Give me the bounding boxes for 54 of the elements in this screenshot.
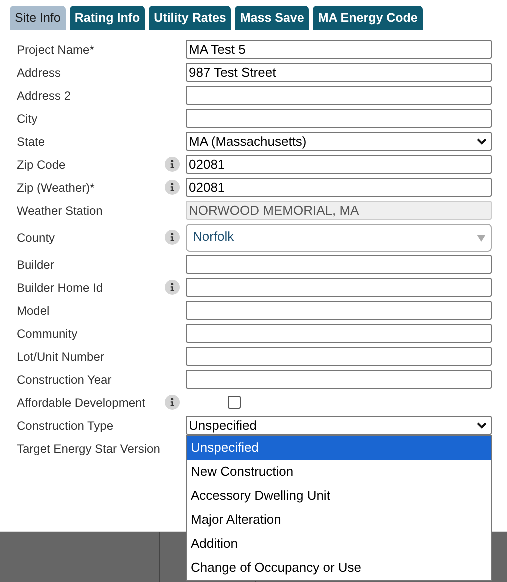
dropdown[interactable]: Unspecified — [186, 416, 492, 435]
field-label: Zip Code — [17, 158, 67, 172]
field-label: City — [17, 112, 39, 126]
dropdown-option[interactable]: Major Alteration — [187, 508, 491, 532]
dropdown[interactable]: MA (Massachusetts) — [186, 132, 492, 151]
dropdown-option[interactable]: Change of Occupancy or Use — [187, 556, 491, 580]
field-label: Lot/Unit Number — [17, 350, 106, 364]
info-icon[interactable] — [165, 157, 180, 172]
info-icon[interactable] — [165, 280, 180, 295]
tab[interactable]: Rating Info — [70, 6, 146, 30]
field-label: Builder — [17, 258, 56, 272]
field-label: Builder Home Id — [17, 280, 104, 294]
field-label: Construction Type — [17, 418, 114, 432]
input-field: NORWOOD MEMORIAL, MA — [186, 201, 492, 220]
input-field[interactable]: 02081 — [186, 178, 492, 197]
dropdown-option[interactable]: Accessory Dwelling Unit — [187, 484, 491, 508]
chevron-down-icon — [477, 422, 487, 429]
field-label: Community — [17, 326, 79, 340]
field-label: County — [17, 230, 56, 244]
input-field[interactable] — [186, 278, 492, 297]
field-label: State — [17, 134, 46, 148]
field-label: Construction Year — [17, 372, 113, 386]
field-label: Model — [17, 304, 51, 318]
info-icon[interactable] — [165, 395, 180, 410]
tab[interactable]: Utility Rates — [149, 6, 232, 30]
input-field[interactable] — [186, 301, 492, 320]
input-field[interactable] — [186, 370, 492, 389]
field-label: Affordable Development — [17, 396, 147, 410]
input-field[interactable]: MA Test 5 — [186, 40, 492, 59]
field-label: Project Name* — [17, 42, 96, 56]
chevron-down-icon — [477, 138, 487, 145]
field-label: Address 2 — [17, 88, 72, 102]
input-field[interactable] — [186, 347, 492, 366]
dropdown-option[interactable]: Addition — [187, 532, 491, 556]
input-field[interactable]: 02081 — [186, 155, 492, 174]
input-field[interactable] — [186, 255, 492, 274]
input-field[interactable] — [186, 109, 492, 128]
dropdown-option[interactable]: Unspecified — [187, 436, 491, 460]
field-label: Zip (Weather)* — [17, 180, 96, 194]
triangle-down-icon — [477, 234, 486, 242]
dropdown-option[interactable]: New Construction — [187, 460, 491, 484]
input-field[interactable] — [186, 324, 492, 343]
info-icon[interactable] — [165, 230, 180, 245]
field-label: Target Energy Star Version — [17, 442, 162, 456]
field-label: Address — [17, 66, 62, 80]
input-field[interactable]: 987 Test Street — [186, 63, 492, 82]
field-label: Weather Station — [17, 204, 104, 218]
checkbox[interactable] — [228, 396, 241, 409]
tab[interactable]: MA Energy Code — [313, 6, 423, 30]
dropdown[interactable]: Norfolk — [186, 224, 492, 252]
info-icon[interactable] — [165, 180, 180, 195]
tab[interactable]: Mass Save — [235, 6, 310, 30]
input-field[interactable] — [186, 86, 492, 105]
tab[interactable]: Site Info — [10, 6, 66, 30]
